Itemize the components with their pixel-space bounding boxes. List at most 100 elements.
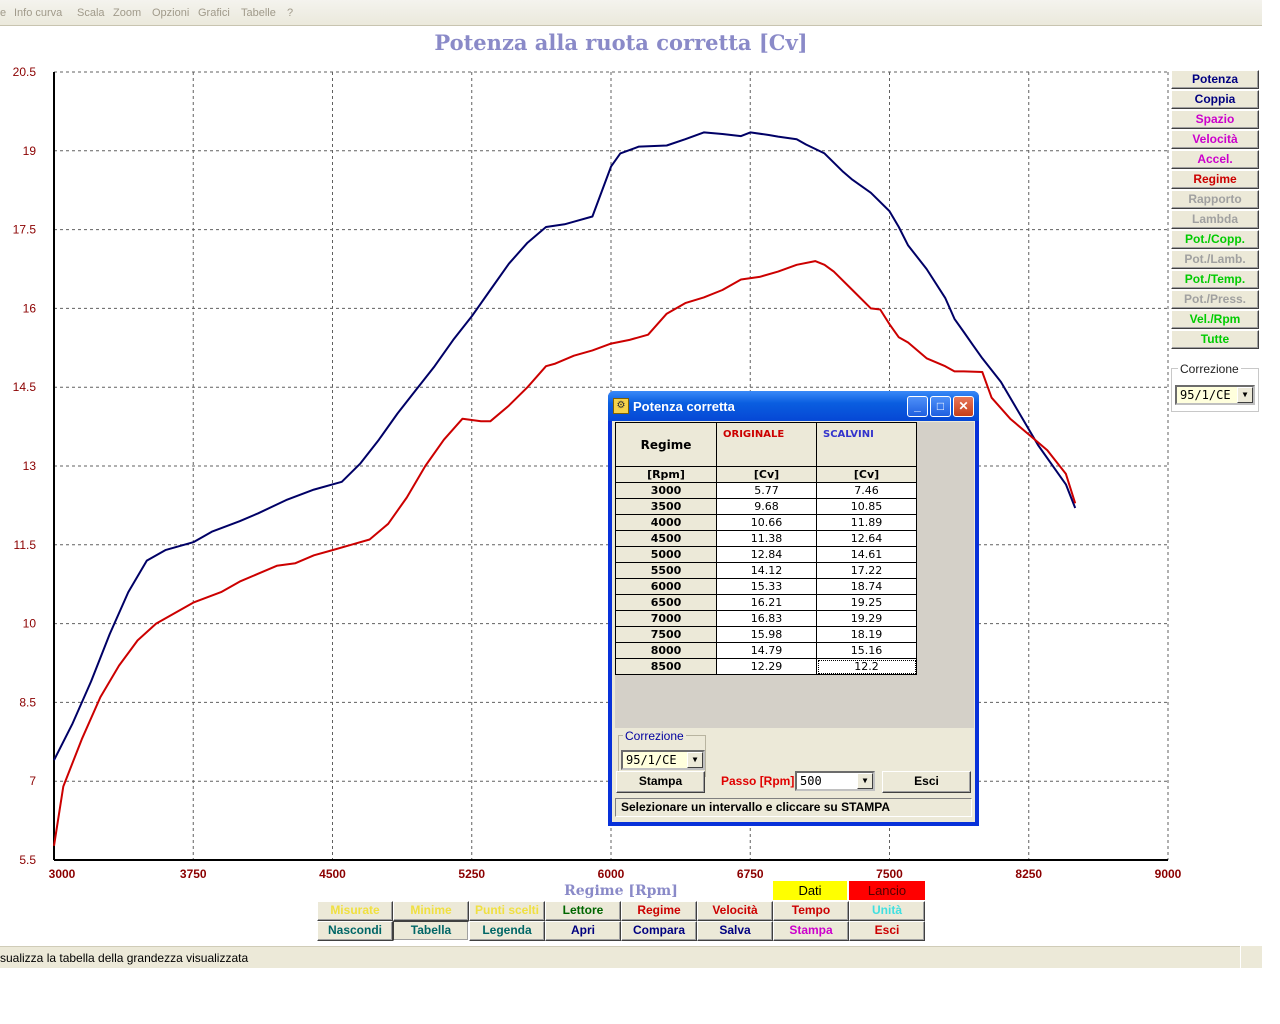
rpm-cell[interactable]: 4500 [615, 530, 717, 547]
scalvini-cell[interactable]: 18.74 [816, 578, 917, 595]
originale-cell[interactable]: 12.84 [716, 546, 817, 563]
rpm-cell[interactable]: 8000 [615, 642, 717, 659]
table-row[interactable]: 4000 10.66 11.89 [615, 514, 917, 531]
side-button-pot-temp[interactable]: Pot./Temp. [1171, 270, 1259, 289]
rpm-cell[interactable]: 4000 [615, 514, 717, 531]
table-row[interactable]: 5000 12.84 14.61 [615, 546, 917, 563]
table-row[interactable]: 3000 5.77 7.46 [615, 482, 917, 499]
menu-grafici[interactable]: Grafici [198, 7, 230, 19]
side-button-pot-copp[interactable]: Pot./Copp. [1171, 230, 1259, 249]
table-row[interactable]: 5500 14.12 17.22 [615, 562, 917, 579]
side-button-spazio[interactable]: Spazio [1171, 110, 1259, 129]
bottom-button-stampa[interactable]: Stampa [773, 921, 849, 941]
scalvini-cell[interactable]: 15.16 [816, 642, 917, 659]
scalvini-cell[interactable]: 19.25 [816, 594, 917, 611]
scalvini-cell[interactable]: 14.61 [816, 546, 917, 563]
bottom-button-esci[interactable]: Esci [849, 921, 925, 941]
chevron-down-icon[interactable]: ▼ [687, 752, 703, 768]
rpm-cell[interactable]: 7500 [615, 626, 717, 643]
rpm-cell[interactable]: 6500 [615, 594, 717, 611]
bottom-button-compara[interactable]: Compara [621, 921, 697, 941]
chevron-down-icon[interactable]: ▼ [1237, 387, 1253, 403]
bottom-button-misurate[interactable]: Misurate [317, 901, 393, 921]
bottom-button-lettore[interactable]: Lettore [545, 901, 621, 921]
originale-cell[interactable]: 16.21 [716, 594, 817, 611]
table-row[interactable]: 7000 16.83 19.29 [615, 610, 917, 627]
rpm-cell[interactable]: 7000 [615, 610, 717, 627]
rpm-cell[interactable]: 3000 [615, 482, 717, 499]
scalvini-cell[interactable]: 11.89 [816, 514, 917, 531]
originale-cell[interactable]: 11.38 [716, 530, 817, 547]
side-button-pot-lamb[interactable]: Pot./Lamb. [1171, 250, 1259, 269]
table-row[interactable]: 6500 16.21 19.25 [615, 594, 917, 611]
originale-cell[interactable]: 15.33 [716, 578, 817, 595]
originale-cell[interactable]: 9.68 [716, 498, 817, 515]
side-button-lambda[interactable]: Lambda [1171, 210, 1259, 229]
bottom-button-punti-scelti[interactable]: Punti scelti [469, 901, 545, 921]
side-button-pot-press[interactable]: Pot./Press. [1171, 290, 1259, 309]
dialog-correction-select[interactable]: 95/1/CE ▼ [621, 750, 705, 770]
scalvini-cell[interactable]: 10.85 [816, 498, 917, 515]
menu-tabelle[interactable]: Tabelle [241, 7, 276, 19]
side-button-tutte[interactable]: Tutte [1171, 330, 1259, 349]
side-button-regime[interactable]: Regime [1171, 170, 1259, 189]
menu-item-edge[interactable]: e [0, 7, 6, 19]
side-correction-select[interactable]: 95/1/CE ▼ [1175, 385, 1255, 405]
table-row[interactable]: 6000 15.33 18.74 [615, 578, 917, 595]
side-button-potenza[interactable]: Potenza [1171, 70, 1259, 89]
table-row[interactable]: 7500 15.98 18.19 [615, 626, 917, 643]
bottom-button-salva[interactable]: Salva [697, 921, 773, 941]
col-name-scalvini: SCALVINI [823, 429, 874, 440]
bottom-button-regime[interactable]: Regime [621, 901, 697, 921]
rpm-cell[interactable]: 3500 [615, 498, 717, 515]
y-tick-label: 17.5 [13, 223, 37, 237]
side-button-velocit[interactable]: Velocità [1171, 130, 1259, 149]
scalvini-cell[interactable]: 19.29 [816, 610, 917, 627]
bottom-button-tempo[interactable]: Tempo [773, 901, 849, 921]
originale-cell[interactable]: 14.79 [716, 642, 817, 659]
bottom-button-nascondi[interactable]: Nascondi [317, 921, 393, 941]
scalvini-cell[interactable]: 17.22 [816, 562, 917, 579]
scalvini-cell[interactable]: 12.64 [816, 530, 917, 547]
scalvini-cell[interactable]: 7.46 [816, 482, 917, 499]
table-row[interactable]: 3500 9.68 10.85 [615, 498, 917, 515]
menu-opzioni[interactable]: Opzioni [152, 7, 189, 19]
table-row[interactable]: 8000 14.79 15.16 [615, 642, 917, 659]
table-row[interactable]: 8500 12.29 12.2 [615, 658, 917, 675]
originale-cell[interactable]: 14.12 [716, 562, 817, 579]
menu-help[interactable]: ? [287, 7, 293, 19]
scalvini-cell[interactable]: 12.2 [816, 658, 917, 675]
originale-cell[interactable]: 16.83 [716, 610, 817, 627]
minimize-icon[interactable]: _ [907, 396, 928, 417]
table-row[interactable]: 4500 11.38 12.64 [615, 530, 917, 547]
bottom-button-apri[interactable]: Apri [545, 921, 621, 941]
chevron-down-icon[interactable]: ▼ [857, 773, 873, 789]
rpm-cell[interactable]: 5500 [615, 562, 717, 579]
menu-zoom[interactable]: Zoom [113, 7, 141, 19]
side-button-accel[interactable]: Accel. [1171, 150, 1259, 169]
originale-cell[interactable]: 10.66 [716, 514, 817, 531]
originale-cell[interactable]: 15.98 [716, 626, 817, 643]
close-icon[interactable]: ✕ [953, 396, 974, 417]
rpm-cell[interactable]: 8500 [615, 658, 717, 675]
side-button-coppia[interactable]: Coppia [1171, 90, 1259, 109]
bottom-button-legenda[interactable]: Legenda [469, 921, 545, 941]
dialog-titlebar[interactable]: ⚙ Potenza corretta _ □ ✕ [608, 391, 979, 421]
stampa-button[interactable]: Stampa [616, 771, 705, 793]
originale-cell[interactable]: 5.77 [716, 482, 817, 499]
rpm-cell[interactable]: 5000 [615, 546, 717, 563]
bottom-button-tabella[interactable]: Tabella [393, 921, 469, 941]
side-button-vel-rpm[interactable]: Vel./Rpm [1171, 310, 1259, 329]
bottom-button-minime[interactable]: Minime [393, 901, 469, 921]
esci-button[interactable]: Esci [882, 771, 971, 793]
maximize-icon[interactable]: □ [930, 396, 951, 417]
menu-scala[interactable]: Scala [77, 7, 105, 19]
bottom-button-velocit[interactable]: Velocità [697, 901, 773, 921]
menu-info-curva[interactable]: Info curva [14, 7, 62, 19]
rpm-cell[interactable]: 6000 [615, 578, 717, 595]
bottom-button-unit[interactable]: Unità [849, 901, 925, 921]
scalvini-cell[interactable]: 18.19 [816, 626, 917, 643]
passo-select[interactable]: 500 ▼ [795, 771, 875, 791]
side-button-rapporto[interactable]: Rapporto [1171, 190, 1259, 209]
originale-cell[interactable]: 12.29 [716, 658, 817, 675]
